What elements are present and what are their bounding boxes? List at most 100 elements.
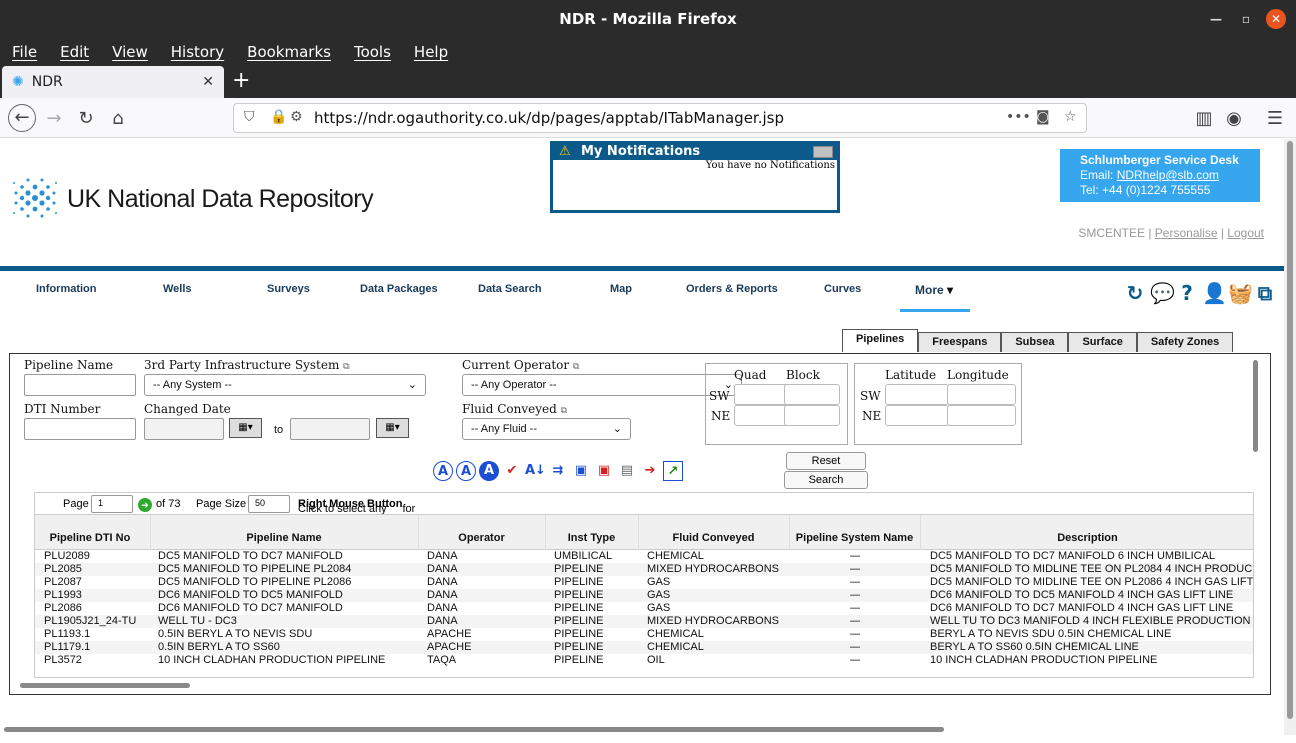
nav-surveys[interactable]: Surveys <box>267 283 310 295</box>
system-select[interactable]: -- Any System -- ⌄ <box>144 374 426 396</box>
import-icon[interactable]: ↗ <box>663 461 683 481</box>
minimize-icon[interactable]: — <box>1206 9 1226 29</box>
forward-icon[interactable]: → <box>41 106 67 132</box>
page-horizontal-scrollbar[interactable] <box>4 727 944 732</box>
col-dti-no[interactable]: Pipeline DTI No <box>35 532 145 544</box>
new-tab-icon[interactable]: + <box>232 68 250 93</box>
notifications-minimize-button[interactable] <box>813 146 833 158</box>
nav-map[interactable]: Map <box>610 283 632 295</box>
url-bar[interactable]: ⛉ 🔒 ⚙ https://ndr.ogauthority.co.uk/dp/p… <box>233 103 1087 133</box>
tab-subsea[interactable]: Subsea <box>1001 332 1069 352</box>
col-inst-type[interactable]: Inst Type <box>545 532 638 544</box>
user-icon[interactable]: 👤 <box>1202 281 1227 305</box>
tab-pipelines[interactable]: Pipelines <box>842 329 919 352</box>
col-operator[interactable]: Operator <box>418 532 545 544</box>
table-row[interactable]: PL2086 DC6 MANIFOLD TO DC7 MANIFOLD DANA PI… <box>35 602 1253 615</box>
panel-vertical-scrollbar[interactable] <box>1253 360 1258 452</box>
menu-file[interactable]: File <box>12 38 37 66</box>
browser-tab[interactable]: ✺ NDR ✕ <box>2 66 224 98</box>
ne-latitude-input[interactable] <box>885 405 949 426</box>
page-vertical-scrollbar[interactable] <box>1284 139 1296 735</box>
check-icon[interactable]: ✔ <box>502 461 522 481</box>
pipeline-name-input[interactable] <box>24 374 136 396</box>
go-arrow-icon[interactable]: ➜ <box>138 498 152 512</box>
calendar-icon[interactable]: ▦▾ <box>229 418 262 438</box>
shield-icon[interactable]: ⛉ <box>244 109 255 125</box>
table-row[interactable]: PLU2089 DC5 MANIFOLD TO DC7 MANIFOLD DANA U… <box>35 550 1253 563</box>
tab-surface[interactable]: Surface <box>1068 332 1137 352</box>
sw-block-input[interactable] <box>784 384 840 405</box>
email-link[interactable]: NDRhelp@slb.com <box>1117 168 1219 182</box>
lock-icon[interactable]: 🔒 <box>270 109 287 125</box>
account-icon[interactable]: ◉ <box>1221 106 1247 132</box>
search-button[interactable]: Search <box>784 471 868 489</box>
ne-longitude-input[interactable] <box>947 405 1016 426</box>
menu-history[interactable]: History <box>171 38 224 66</box>
menu-bookmarks[interactable]: Bookmarks <box>247 38 331 66</box>
nav-more[interactable]: More ▾ <box>915 283 953 297</box>
column-order-icon[interactable]: ⇉ <box>548 461 568 481</box>
nav-curves[interactable]: Curves <box>824 283 861 295</box>
nav-orders-reports[interactable]: Orders & Reports <box>686 283 778 295</box>
save-icon[interactable]: ▣ <box>571 461 591 481</box>
reload-icon[interactable]: ↻ <box>73 106 99 132</box>
print-icon[interactable]: ▤ <box>617 461 637 481</box>
bookmark-star-icon[interactable]: ☆ <box>1064 109 1077 125</box>
reader-view-icon[interactable]: ▥ <box>1191 106 1217 132</box>
table-row[interactable]: PL3572 10 INCH CLADHAN PRODUCTION PIPELIN… <box>35 654 1253 667</box>
fluid-select[interactable]: -- Any Fluid -- ⌄ <box>462 418 631 440</box>
menu-view[interactable]: View <box>112 38 148 66</box>
calendar-icon[interactable]: ▦▾ <box>376 418 409 438</box>
col-fluid-conveyed[interactable]: Fluid Conveyed <box>638 532 789 544</box>
back-icon[interactable]: ← <box>8 104 36 132</box>
nav-data-packages[interactable]: Data Packages <box>360 283 438 295</box>
logout-link[interactable]: Logout <box>1227 226 1264 240</box>
date-from-input[interactable] <box>144 418 224 440</box>
maximize-icon[interactable]: ▫ <box>1236 9 1256 29</box>
sort-asc-icon[interactable]: A <box>433 461 453 481</box>
menu-help[interactable]: Help <box>414 38 448 66</box>
tab-close-icon[interactable]: ✕ <box>202 74 214 90</box>
table-row[interactable]: PL2087 DC5 MANIFOLD TO PIPELINE PL2086 DAN… <box>35 576 1253 589</box>
refresh-icon[interactable]: ↻ <box>1124 281 1146 305</box>
menu-edit[interactable]: Edit <box>60 38 89 66</box>
nav-data-search[interactable]: Data Search <box>478 283 542 295</box>
sort-clear-icon[interactable]: A <box>479 461 499 481</box>
personalise-link[interactable]: Personalise <box>1155 226 1218 240</box>
pocket-icon[interactable]: ◙ <box>1036 109 1050 125</box>
sw-quad-input[interactable] <box>734 384 790 405</box>
home-icon[interactable]: ⌂ <box>105 106 131 132</box>
close-icon[interactable]: ✕ <box>1266 9 1286 29</box>
table-row[interactable]: PL1179.1 0.5IN BERYL A TO SS60 APACHE PIPEL… <box>35 641 1253 654</box>
tab-freespans[interactable]: Freespans <box>918 332 1002 352</box>
date-to-input[interactable] <box>290 418 370 440</box>
table-row[interactable]: PL1993 DC6 MANIFOLD TO DC5 MANIFOLD DANA PI… <box>35 589 1253 602</box>
nav-information[interactable]: Information <box>36 283 97 295</box>
tab-safety-zones[interactable]: Safety Zones <box>1136 332 1234 352</box>
sort-desc-icon[interactable]: A <box>456 461 476 481</box>
ne-block-input[interactable] <box>784 405 840 426</box>
table-row[interactable]: PL2085 DC5 MANIFOLD TO PIPELINE PL2084 DAN… <box>35 563 1253 576</box>
col-description[interactable]: Description <box>920 532 1253 544</box>
save-as-icon[interactable]: ▣ <box>594 461 614 481</box>
nav-wells[interactable]: Wells <box>163 283 192 295</box>
reset-button[interactable]: Reset <box>786 452 866 470</box>
page-size-input[interactable]: 50 <box>248 495 290 513</box>
col-pipeline-name[interactable]: Pipeline Name <box>150 532 418 544</box>
sort-columns-icon[interactable]: A↓ <box>525 461 546 481</box>
table-row[interactable]: PL1905J21_24-TU WELL TU - DC3 DANA PIPELINE… <box>35 615 1253 628</box>
export-icon[interactable]: ➔ <box>640 461 660 481</box>
page-actions-icon[interactable]: ••• <box>1006 109 1031 125</box>
feedback-icon[interactable]: 💬 <box>1150 281 1175 305</box>
menu-tools[interactable]: Tools <box>354 38 391 66</box>
col-pipeline-system[interactable]: Pipeline System Name <box>789 532 920 544</box>
hamburger-menu-icon[interactable]: ☰ <box>1262 106 1288 132</box>
sw-latitude-input[interactable] <box>885 384 949 405</box>
sw-longitude-input[interactable] <box>947 384 1016 405</box>
page-input[interactable]: 1 <box>91 495 133 513</box>
window-icon[interactable]: ⧉ <box>1254 281 1276 305</box>
basket-icon[interactable]: 🧺 <box>1228 281 1253 305</box>
operator-select[interactable]: -- Any Operator -- ⌄ <box>462 374 742 396</box>
help-icon[interactable]: ? <box>1176 281 1198 305</box>
table-row[interactable]: PL1193.1 0.5IN BERYL A TO NEVIS SDU APACHE… <box>35 628 1253 641</box>
